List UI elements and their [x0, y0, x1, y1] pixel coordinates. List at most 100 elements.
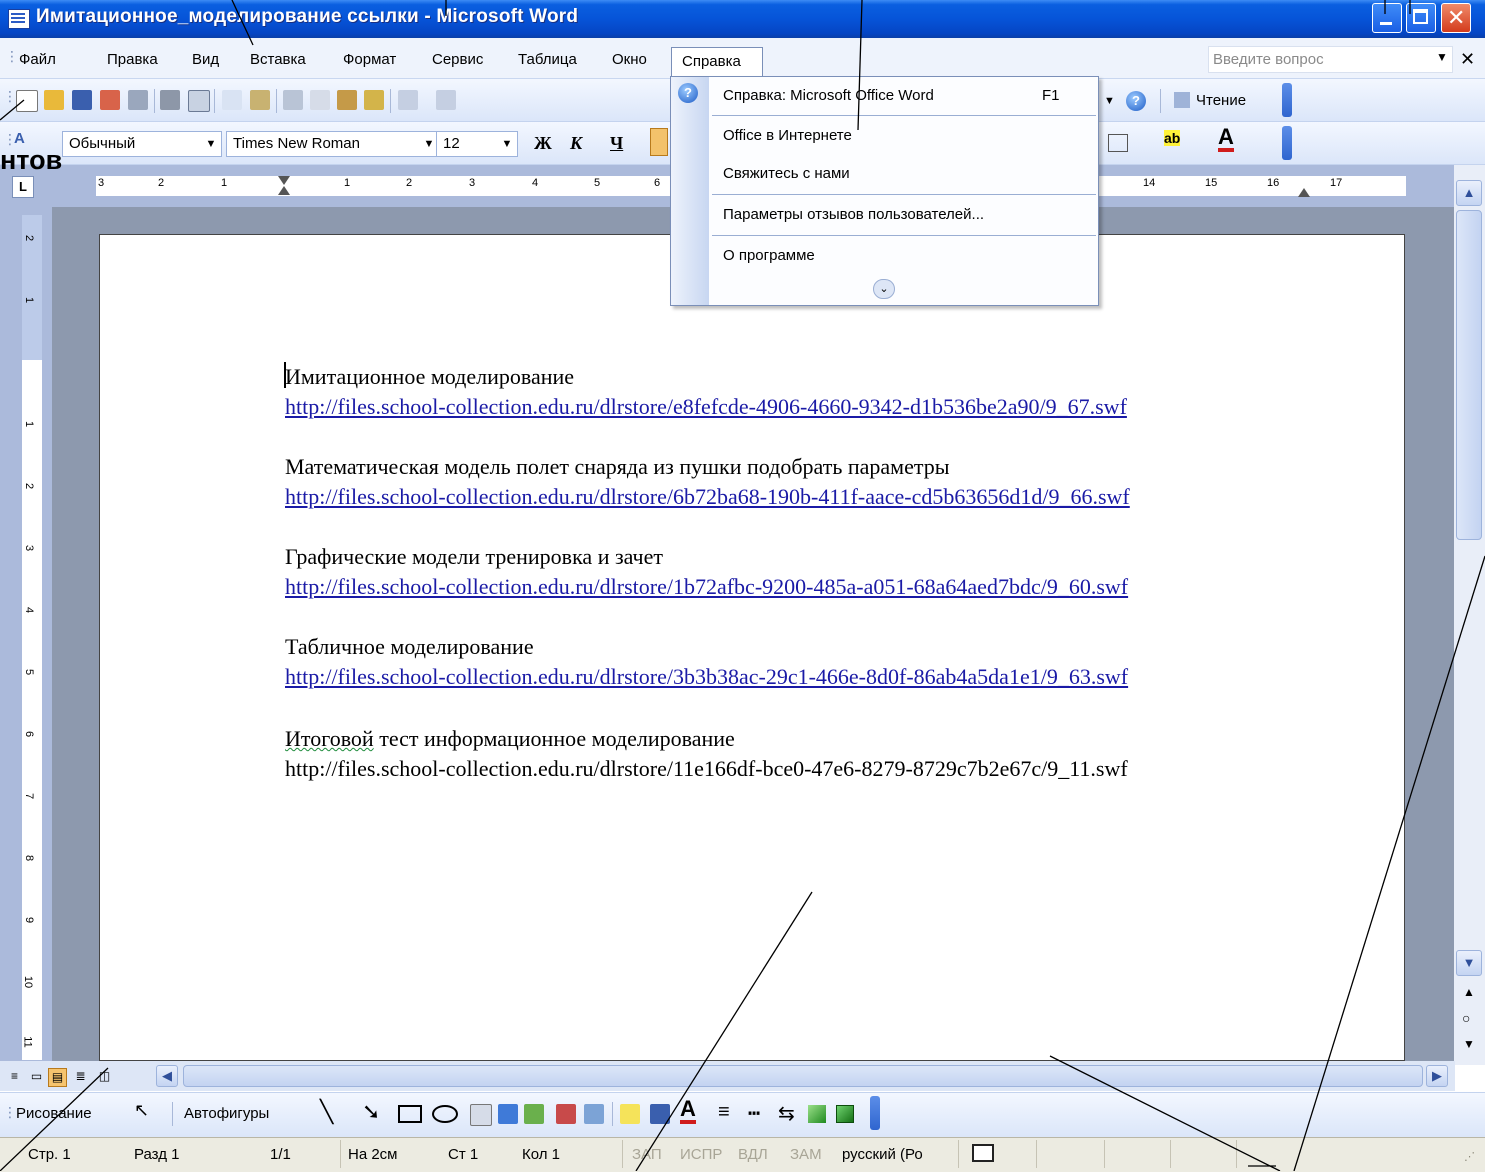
save-icon[interactable] — [72, 90, 92, 110]
redo-icon[interactable] — [436, 90, 456, 110]
text-box-icon[interactable] — [470, 1104, 492, 1126]
select-objects-icon[interactable]: ↖ — [134, 1100, 149, 1121]
doc-link[interactable]: http://files.school-collection.edu.ru/dl… — [285, 574, 1128, 600]
help-menu-item-office-online[interactable]: Office в Интернете — [723, 127, 852, 144]
spelling-status-icon[interactable] — [972, 1144, 994, 1162]
menu-help[interactable]: Справка — [671, 47, 763, 77]
outline-view-icon[interactable]: ≣ — [72, 1068, 89, 1085]
open-folder-icon[interactable] — [44, 90, 64, 110]
menu-edit[interactable]: Правка — [107, 51, 158, 68]
select-browse-object-icon[interactable]: ○ — [1462, 1010, 1470, 1026]
first-line-indent-marker[interactable] — [278, 176, 290, 185]
bold-button[interactable]: Ж — [534, 133, 552, 154]
doc-link[interactable]: http://files.school-collection.edu.ru/dl… — [285, 484, 1130, 510]
dash-style-icon[interactable]: ┅ — [748, 1101, 760, 1126]
menu-window[interactable]: Окно — [612, 51, 647, 68]
line-color-icon[interactable] — [650, 1104, 670, 1124]
toolbar-options-chevron[interactable] — [1282, 83, 1292, 117]
menu-table[interactable]: Таблица — [518, 51, 577, 68]
status-extend[interactable]: ВДЛ — [738, 1146, 768, 1163]
help-menu-item-about[interactable]: О программе — [723, 247, 815, 264]
font-color-icon[interactable]: A — [1218, 126, 1234, 152]
paste-icon[interactable] — [337, 90, 357, 110]
print-layout-view-icon[interactable]: ▤ — [48, 1068, 67, 1087]
maximize-button[interactable] — [1406, 3, 1436, 33]
status-track-changes[interactable]: ИСПР — [680, 1146, 722, 1163]
horizontal-scroll-thumb[interactable] — [183, 1065, 1423, 1087]
font-color-icon[interactable]: A — [680, 1098, 696, 1124]
web-view-icon[interactable]: ▭ — [28, 1068, 45, 1085]
scroll-up-button[interactable]: ▲ — [1456, 180, 1482, 206]
help-icon[interactable]: ? — [1126, 91, 1146, 111]
permission-icon[interactable] — [100, 90, 120, 110]
insert-picture-icon[interactable] — [584, 1104, 604, 1124]
style-combo[interactable]: Обычный ▼ — [62, 131, 222, 157]
format-painter-icon[interactable] — [364, 90, 384, 110]
undo-icon[interactable] — [398, 90, 418, 110]
align-left-button[interactable] — [650, 128, 668, 156]
reading-mode-button[interactable]: Чтение — [1196, 92, 1246, 109]
help-menu-item-feedback-options[interactable]: Параметры отзывов пользователей... — [723, 206, 984, 223]
shadow-style-icon[interactable] — [808, 1105, 826, 1123]
previous-page-icon[interactable]: ▲ — [1463, 985, 1475, 999]
scroll-down-button[interactable]: ▼ — [1456, 950, 1482, 976]
italic-button[interactable]: К — [570, 133, 582, 154]
diagram-icon[interactable] — [524, 1104, 544, 1124]
tab-selector[interactable]: L — [12, 176, 34, 198]
wordart-icon[interactable] — [498, 1104, 518, 1124]
drawing-menu-button[interactable]: Рисование — [16, 1105, 92, 1122]
underline-button[interactable]: Ч — [610, 133, 623, 154]
menu-file[interactable]: Файл — [19, 51, 56, 68]
highlight-icon[interactable]: ab — [1164, 130, 1181, 146]
spelling-icon[interactable] — [222, 90, 242, 110]
line-style-icon[interactable]: ≡ — [718, 1101, 730, 1124]
status-language[interactable]: русский (Ро — [842, 1146, 923, 1163]
word-app-icon[interactable] — [8, 9, 30, 29]
vertical-scroll-thumb[interactable] — [1456, 210, 1482, 540]
menu-expand-chevron-icon[interactable]: ⌄ — [873, 279, 895, 299]
help-menu-item-contact-us[interactable]: Свяжитесь с нами — [723, 165, 850, 182]
oval-tool-icon[interactable] — [432, 1105, 458, 1123]
right-indent-marker[interactable] — [1298, 188, 1310, 197]
menu-tools[interactable]: Сервис — [432, 51, 483, 68]
scroll-left-button[interactable]: ◀ — [156, 1065, 178, 1087]
next-page-icon[interactable]: ▼ — [1463, 1037, 1475, 1051]
print-preview-icon[interactable] — [188, 90, 210, 112]
status-overtype[interactable]: ЗАМ — [790, 1146, 822, 1163]
email-icon[interactable] — [128, 90, 148, 110]
new-document-icon[interactable] — [16, 90, 38, 112]
misspelled-word[interactable]: Итоговой — [285, 726, 374, 751]
rectangle-tool-icon[interactable] — [398, 1105, 422, 1123]
autoshapes-menu-button[interactable]: Автофигуры — [184, 1105, 269, 1122]
line-tool-icon[interactable]: ╲ — [320, 1099, 333, 1125]
reading-view-icon[interactable]: ◫ — [96, 1068, 113, 1085]
arrow-tool-icon[interactable]: ➘ — [362, 1099, 380, 1125]
arrow-style-icon[interactable]: ⇆ — [778, 1101, 795, 1126]
font-combo[interactable]: Times New Roman ▼ — [226, 131, 440, 157]
help-menu-item-word-help[interactable]: Справка: Microsoft Office Word — [723, 87, 934, 104]
ask-dropdown-icon[interactable]: ▼ — [1436, 50, 1448, 64]
toolbar-options-chevron[interactable] — [870, 1096, 880, 1130]
ask-question-input[interactable]: Введите вопрос — [1208, 46, 1453, 73]
clipart-icon[interactable] — [556, 1104, 576, 1124]
zoom-dropdown-icon[interactable]: ▼ — [1104, 95, 1115, 107]
status-record[interactable]: ЗАП — [632, 1146, 662, 1163]
resize-grip-icon[interactable]: ⋰ — [1464, 1150, 1475, 1163]
minimize-button[interactable] — [1372, 3, 1402, 33]
doc-link[interactable]: http://files.school-collection.edu.ru/dl… — [285, 664, 1128, 690]
3d-style-icon[interactable] — [836, 1105, 854, 1123]
print-icon[interactable] — [160, 90, 180, 110]
menu-insert[interactable]: Вставка — [250, 51, 306, 68]
menu-format[interactable]: Формат — [343, 51, 396, 68]
fill-color-icon[interactable] — [620, 1104, 640, 1124]
scroll-right-button[interactable]: ▶ — [1426, 1065, 1448, 1087]
document-close-icon[interactable]: ✕ — [1460, 49, 1475, 70]
borders-icon[interactable] — [1108, 134, 1128, 152]
copy-icon[interactable] — [310, 90, 330, 110]
font-size-combo[interactable]: 12 ▼ — [436, 131, 518, 157]
toolbar-options-chevron[interactable] — [1282, 126, 1292, 160]
cut-icon[interactable] — [283, 90, 303, 110]
research-icon[interactable] — [250, 90, 270, 110]
left-indent-marker[interactable] — [278, 186, 290, 195]
menu-view[interactable]: Вид — [192, 51, 219, 68]
